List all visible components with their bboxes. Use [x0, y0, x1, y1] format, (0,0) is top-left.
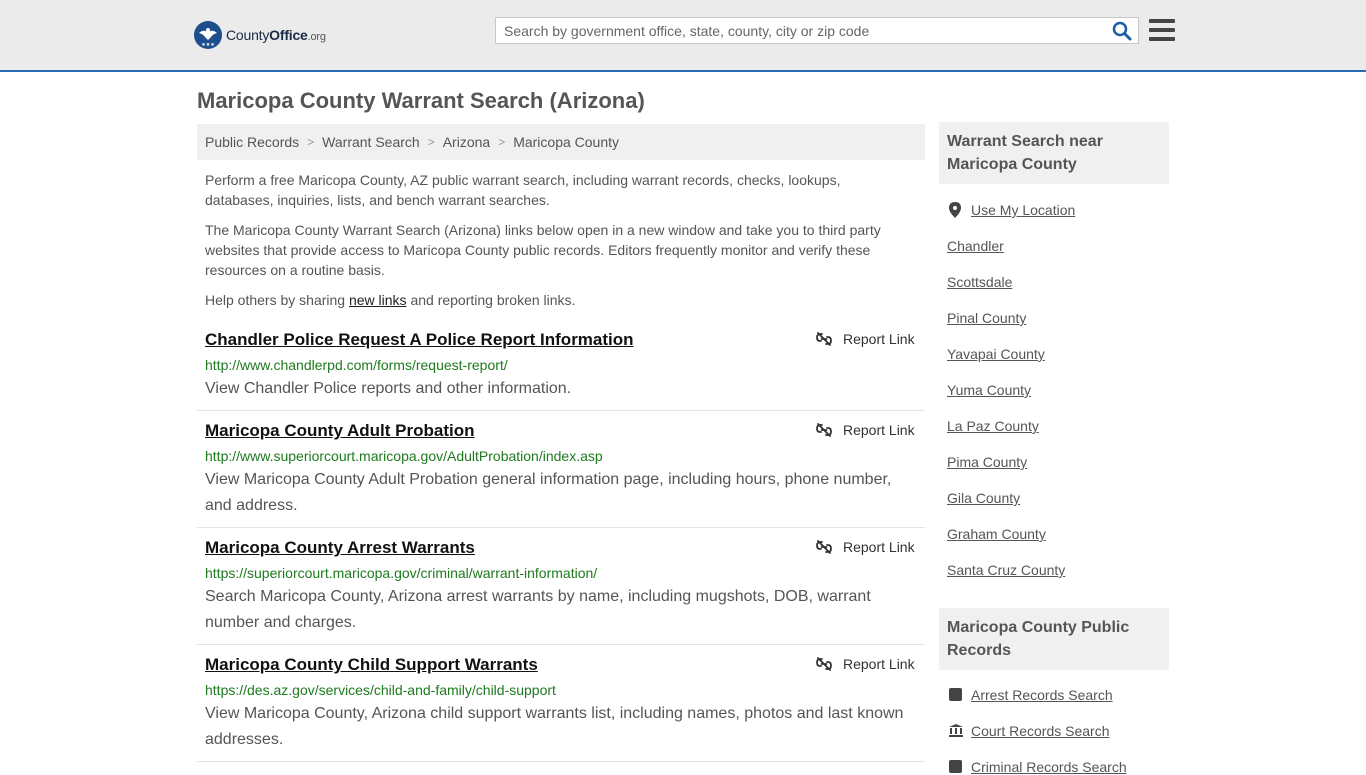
report-link-button[interactable]: Report Link — [816, 331, 915, 347]
breadcrumb-maricopa-county[interactable]: Maricopa County — [513, 134, 619, 150]
result-description: View Maricopa County Adult Probation gen… — [205, 471, 892, 514]
sidebar-link-scottsdale[interactable]: Scottsdale — [947, 274, 1012, 290]
result-title-link[interactable]: Maricopa County Adult Probation — [205, 421, 474, 441]
result-title-link[interactable]: Maricopa County Child Support Warrants — [205, 655, 538, 675]
use-my-location-link[interactable]: Use My Location — [971, 202, 1075, 218]
criminal-record-icon — [949, 760, 962, 773]
hamburger-menu-icon[interactable] — [1149, 19, 1175, 41]
breadcrumb-separator: > — [427, 135, 435, 149]
result-item: Maricopa County Arrest Warrants Report L… — [197, 538, 925, 645]
arrest-record-icon — [949, 688, 962, 701]
top-bar: ★★★ CountyOffice.org — [0, 0, 1366, 72]
breadcrumb-arizona[interactable]: Arizona — [443, 134, 490, 150]
breadcrumb-separator: > — [498, 135, 506, 149]
report-link-button[interactable]: Report Link — [816, 656, 915, 672]
breadcrumb-warrant-search[interactable]: Warrant Search — [322, 134, 420, 150]
report-link-button[interactable]: Report Link — [816, 422, 915, 438]
breadcrumb-public-records[interactable]: Public Records — [205, 134, 299, 150]
location-pin-icon — [949, 202, 961, 218]
search-icon — [1112, 21, 1132, 41]
sidebar-link-yavapai-county[interactable]: Yavapai County — [947, 346, 1045, 362]
sidebar-link-yuma-county[interactable]: Yuma County — [947, 382, 1031, 398]
result-url[interactable]: http://www.superiorcourt.maricopa.gov/Ad… — [205, 448, 603, 464]
search-box — [495, 17, 1139, 44]
search-input[interactable] — [504, 23, 1104, 39]
intro-paragraph: Perform a free Maricopa County, AZ publi… — [205, 172, 841, 208]
sidebar-link-pima-county[interactable]: Pima County — [947, 454, 1027, 470]
result-description: View Maricopa County, Arizona child supp… — [205, 705, 904, 748]
result-item: Maricopa County Child Support Warrants R… — [197, 655, 925, 762]
sidebar-link-graham-county[interactable]: Graham County — [947, 526, 1046, 542]
result-item: Chandler Police Request A Police Report … — [197, 330, 925, 411]
result-title-link[interactable]: Chandler Police Request A Police Report … — [205, 330, 634, 350]
sidebar-link-la-paz-county[interactable]: La Paz County — [947, 418, 1039, 434]
result-description: View Chandler Police reports and other i… — [205, 380, 572, 397]
result-item: Maricopa County Adult Probation Report L… — [197, 421, 925, 528]
sidebar-near-heading: Warrant Search near Maricopa County — [939, 122, 1169, 184]
sidebar-link-gila-county[interactable]: Gila County — [947, 490, 1020, 506]
report-link-button[interactable]: Report Link — [816, 539, 915, 555]
sidebar-link-chandler[interactable]: Chandler — [947, 238, 1004, 254]
breadcrumb: Public Records > Warrant Search > Arizon… — [197, 124, 925, 160]
svg-text:★★★: ★★★ — [201, 42, 215, 48]
court-records-search-link[interactable]: Court Records Search — [971, 723, 1110, 739]
criminal-records-search-link[interactable]: Criminal Records Search — [971, 759, 1127, 775]
broken-link-icon — [816, 657, 832, 671]
result-description: Search Maricopa County, Arizona arrest w… — [205, 588, 871, 631]
result-url[interactable]: https://superiorcourt.maricopa.gov/crimi… — [205, 565, 597, 581]
result-url[interactable]: https://des.az.gov/services/child-and-fa… — [205, 682, 556, 698]
logo-text: CountyOffice.org — [226, 27, 326, 43]
search-button[interactable] — [1112, 21, 1132, 41]
result-url[interactable]: http://www.chandlerpd.com/forms/request-… — [205, 357, 508, 373]
county-seal-icon: ★★★ — [194, 21, 222, 49]
page-title: Maricopa County Warrant Search (Arizona) — [197, 88, 645, 113]
broken-link-icon — [816, 540, 832, 554]
disclaimer-paragraph: The Maricopa County Warrant Search (Ariz… — [205, 222, 881, 278]
courthouse-icon — [949, 724, 963, 737]
arrest-records-search-link[interactable]: Arrest Records Search — [971, 687, 1113, 703]
result-title-link[interactable]: Maricopa County Arrest Warrants — [205, 538, 475, 558]
sidebar-records-heading: Maricopa County Public Records — [939, 608, 1169, 670]
broken-link-icon — [816, 332, 832, 346]
help-paragraph: Help others by sharing new links and rep… — [205, 292, 576, 308]
broken-link-icon — [816, 423, 832, 437]
sidebar-link-pinal-county[interactable]: Pinal County — [947, 310, 1026, 326]
new-links-link[interactable]: new links — [349, 292, 407, 308]
site-logo[interactable]: ★★★ CountyOffice.org — [194, 20, 326, 50]
sidebar-link-santa-cruz-county[interactable]: Santa Cruz County — [947, 562, 1065, 578]
breadcrumb-separator: > — [307, 135, 315, 149]
